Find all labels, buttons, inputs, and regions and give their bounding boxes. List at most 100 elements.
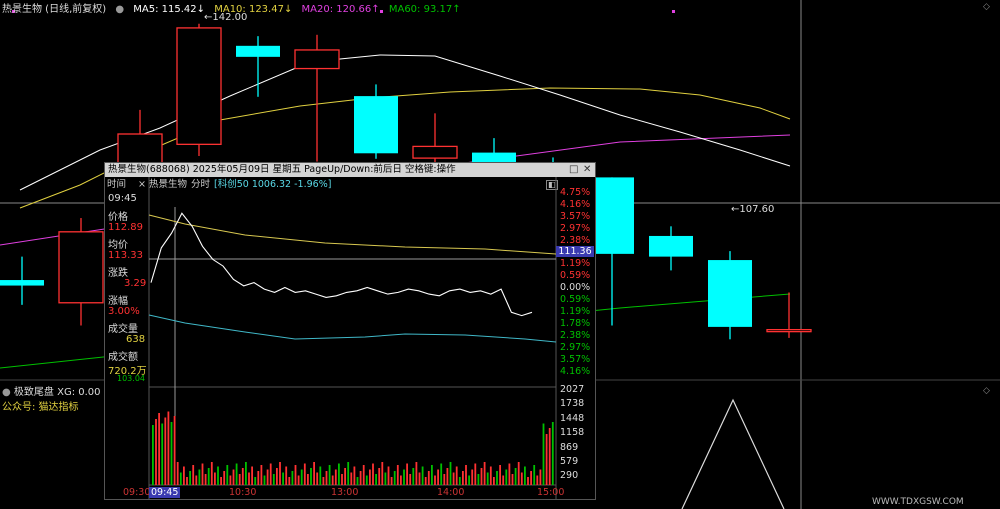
volume-bar	[390, 477, 393, 485]
volume-bar	[347, 462, 350, 485]
volume-bar	[353, 466, 356, 485]
time-label: 10:30	[229, 487, 257, 498]
volume-bar	[204, 474, 207, 485]
volume-label: 1448	[560, 412, 585, 424]
volume-bar	[421, 466, 424, 485]
candle-body	[590, 177, 634, 254]
volume-bar	[276, 468, 278, 485]
popup-title-bar[interactable]: 热景生物(688068) 2025年05月09日 星期五 PageUp/Down…	[105, 163, 595, 177]
percent-label: 0.59%	[560, 270, 591, 282]
percent-label: 3.57%	[560, 210, 591, 222]
volume-bar	[176, 462, 179, 485]
volume-bar	[499, 465, 501, 485]
candle-body	[0, 280, 44, 286]
volume-bar	[170, 422, 173, 485]
volume-bar	[279, 462, 281, 485]
volume-bar	[434, 475, 436, 485]
volume-bar	[294, 465, 297, 485]
diamond-icon-lower[interactable]: ◇	[983, 386, 990, 396]
volume-bar	[198, 469, 201, 485]
volume-bar	[155, 419, 157, 485]
time-label: 09:30	[123, 487, 151, 498]
volume-bar	[254, 477, 257, 485]
volume-bar	[502, 475, 505, 485]
intraday-popup[interactable]: 热景生物(688068) 2025年05月09日 星期五 PageUp/Down…	[104, 162, 596, 500]
volume-bar	[217, 466, 219, 485]
percent-label: 0.00%	[560, 282, 591, 294]
low-price-label: ←107.60	[731, 204, 775, 215]
intraday-chart[interactable]	[105, 177, 595, 499]
ma5-label: MA5: 115.42↓	[133, 4, 206, 15]
volume-bar	[232, 469, 235, 485]
volume-bar	[396, 465, 399, 485]
watermark: WWW.TDXGSW.COM	[872, 497, 964, 507]
percent-label: 3.57%	[560, 353, 591, 365]
candle-body	[649, 235, 693, 257]
volume-bar	[248, 472, 250, 485]
volume-bar	[446, 468, 449, 485]
indicator-dot-icon: ●	[2, 387, 11, 398]
volume-bar	[548, 428, 551, 485]
volume-bar	[285, 466, 288, 485]
volume-bar	[235, 463, 238, 485]
volume-bar	[331, 475, 334, 485]
volume-bar	[269, 463, 272, 485]
percent-label: 1.19%	[560, 306, 591, 317]
indicator-legend: ● 极致尾盘 XG: 0.00 ↓	[2, 383, 112, 398]
volume-bar	[514, 468, 517, 485]
volume-bar	[415, 462, 418, 485]
volume-bar	[551, 422, 554, 485]
volume-bar	[356, 477, 359, 485]
diamond-icon[interactable]: ◇	[983, 2, 990, 12]
volume-bar	[462, 471, 464, 485]
candle-body	[236, 45, 280, 57]
volume-bar	[310, 468, 312, 485]
volume-bar	[322, 477, 325, 485]
volume-bar	[158, 413, 160, 485]
volume-bar	[179, 472, 182, 485]
volume-bar	[338, 463, 340, 485]
maximize-icon[interactable]: □	[569, 163, 578, 177]
signal-dot	[672, 10, 675, 13]
candle-body	[766, 328, 812, 333]
percent-label: 2.97%	[560, 222, 591, 234]
volume-bar	[520, 472, 523, 485]
indicator-name: 极致尾盘	[13, 387, 54, 398]
volume-bar	[508, 463, 511, 485]
volume-bar	[443, 474, 446, 485]
close-icon[interactable]: ✕	[583, 163, 591, 177]
percent-label: 0.59%	[560, 294, 591, 306]
volume-bar	[192, 465, 195, 485]
volume-bar	[288, 477, 291, 485]
volume-bar	[189, 471, 191, 485]
time-label: 14:00	[437, 487, 465, 498]
current-price-tag: 111.36	[556, 246, 594, 257]
volume-bar	[489, 466, 492, 485]
volume-bar	[449, 462, 452, 485]
volume-bar	[307, 474, 309, 485]
candle-body	[58, 231, 104, 304]
volume-bar	[303, 463, 306, 485]
stock-title: 热景生物 (日线,前复权)	[2, 4, 107, 15]
volume-bar	[493, 477, 495, 485]
volume-bar	[393, 471, 396, 485]
volume-bar	[328, 465, 331, 485]
volume-label: 579	[560, 456, 579, 467]
volume-bar	[455, 466, 458, 485]
volume-bar	[164, 417, 167, 485]
percent-label: 2.38%	[560, 329, 591, 341]
percent-label: 2.97%	[560, 341, 591, 353]
volume-bar	[424, 477, 427, 485]
volume-bar	[167, 411, 170, 485]
volume-bar	[223, 471, 226, 485]
volume-bar	[341, 474, 343, 485]
volume-bar	[229, 475, 232, 485]
volume-bar	[201, 463, 204, 485]
percent-label: 4.75%	[560, 187, 591, 198]
percent-label: 2.38%	[560, 234, 591, 246]
volume-bar	[486, 472, 489, 485]
volume-bar	[496, 471, 498, 485]
volume-label: 1738	[560, 398, 585, 410]
ma20-label: MA20: 120.66↑	[301, 4, 380, 15]
candle-body	[354, 96, 398, 154]
